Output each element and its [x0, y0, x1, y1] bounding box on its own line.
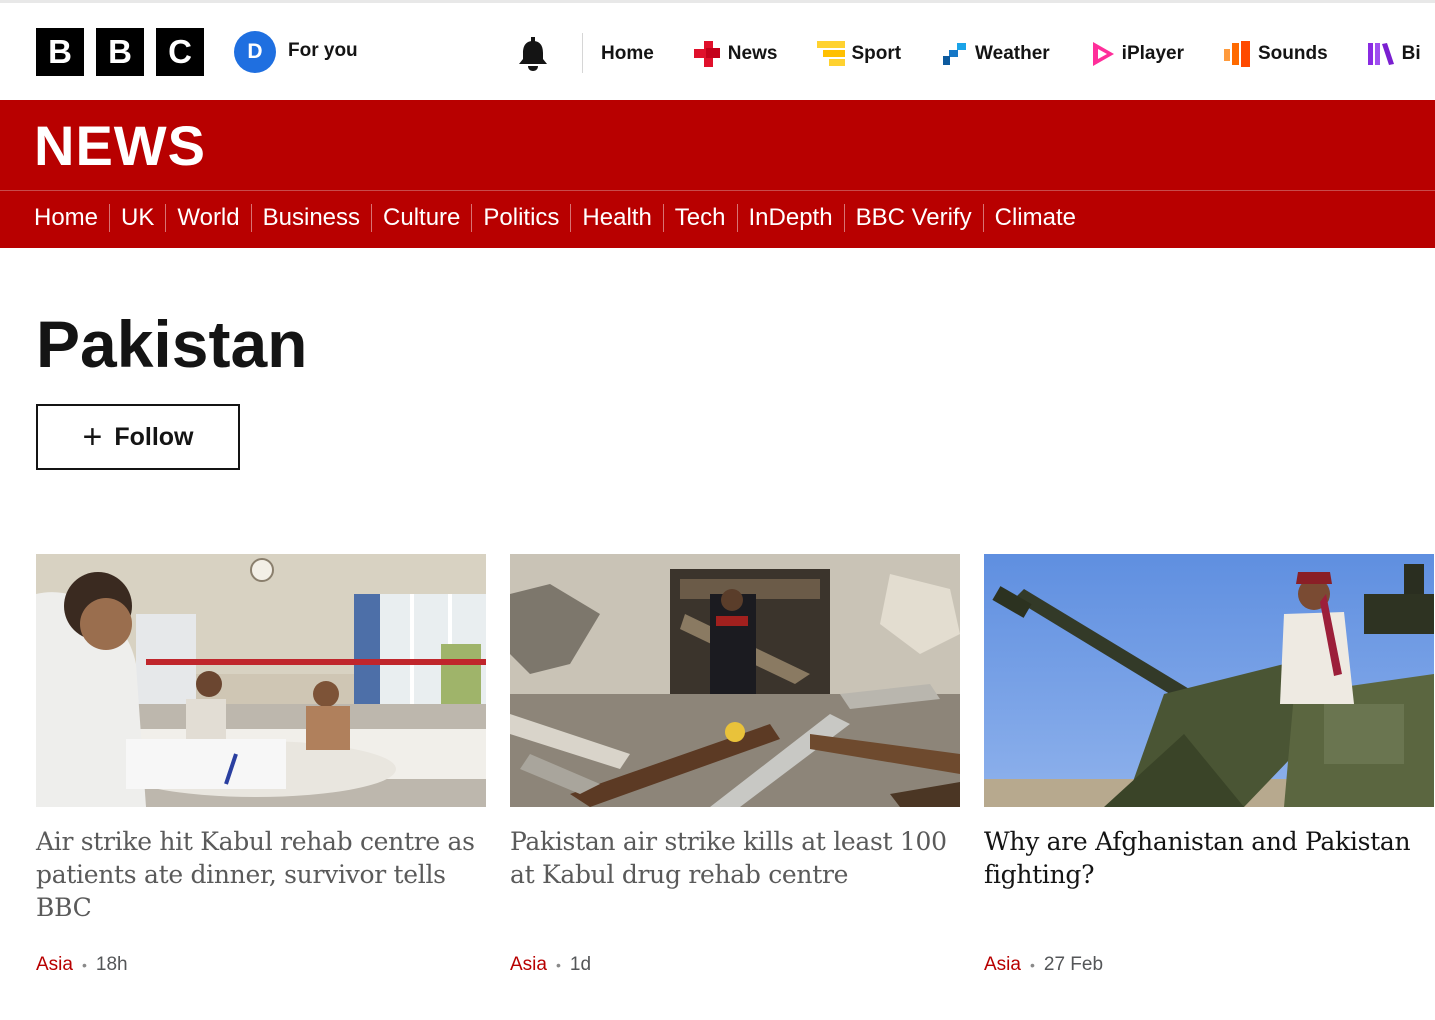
sounds-bars-icon: [1224, 41, 1250, 67]
news-nav-tech[interactable]: Tech: [664, 204, 738, 232]
story-timestamp: 27 Feb: [1043, 954, 1104, 975]
story-region-link[interactable]: Asia: [510, 954, 547, 976]
topnav-bitesize-label: Bi: [1401, 43, 1421, 64]
topnav-news[interactable]: News: [693, 39, 778, 69]
topnav-sport-label: Sport: [851, 43, 902, 64]
topnav-home-label: Home: [601, 43, 654, 64]
topnav-sounds-label: Sounds: [1258, 43, 1328, 64]
masthead: B B C D For you Home News Sport Weather …: [0, 3, 1435, 100]
story-meta: Asia • 1d: [510, 954, 591, 976]
meta-separator-dot: •: [555, 957, 561, 973]
bbc-logo-letter: B: [36, 28, 84, 76]
story-headline[interactable]: Air strike hit Kabul rehab centre as pat…: [36, 825, 486, 924]
for-you-link[interactable]: For you: [288, 40, 358, 62]
news-nav-world[interactable]: World: [166, 204, 252, 232]
news-nav-politics[interactable]: Politics: [472, 204, 572, 232]
news-banner: NEWS: [0, 100, 1435, 190]
plus-icon: +: [82, 418, 103, 456]
account-avatar[interactable]: D: [234, 31, 276, 73]
bbc-logo-letter: C: [156, 28, 204, 76]
follow-button[interactable]: + Follow: [36, 404, 240, 470]
story-card[interactable]: Why are Afghanistan and Pakistan fightin…: [984, 554, 1434, 975]
story-timestamp: 18h: [95, 954, 128, 975]
iplayer-play-icon: [1092, 42, 1114, 66]
news-logo[interactable]: NEWS: [34, 116, 206, 176]
bbc-logo-letter: B: [96, 28, 144, 76]
story-image-soldier-gun[interactable]: [984, 554, 1434, 807]
story-card[interactable]: Pakistan air strike kills at least 100 a…: [510, 554, 960, 975]
topnav-iplayer-label: iPlayer: [1121, 43, 1184, 64]
news-nav-uk[interactable]: UK: [110, 204, 167, 232]
story-image-rubble[interactable]: [510, 554, 960, 807]
bbc-top-nav: Home News Sport Weather iPlayer Sounds B…: [601, 39, 1421, 69]
weather-blocks-icon: [943, 43, 967, 65]
story-card[interactable]: Air strike hit Kabul rehab centre as pat…: [36, 554, 486, 975]
story-meta: Asia • 18h: [36, 954, 128, 976]
topnav-weather-label: Weather: [975, 43, 1050, 64]
topnav-iplayer[interactable]: iPlayer: [1090, 39, 1184, 69]
topnav-sport[interactable]: Sport: [817, 39, 901, 69]
nav-divider: [582, 33, 583, 73]
story-headline[interactable]: Pakistan air strike kills at least 100 a…: [510, 825, 960, 891]
news-nav-indepth[interactable]: InDepth: [738, 204, 845, 232]
news-nav-culture[interactable]: Culture: [372, 204, 473, 232]
sport-blocks-icon: [817, 41, 846, 66]
story-headline[interactable]: Why are Afghanistan and Pakistan fightin…: [984, 825, 1434, 891]
topnav-news-label: News: [727, 43, 778, 64]
bbc-logo[interactable]: B B C: [36, 28, 204, 76]
bitesize-bars-icon: [1367, 43, 1394, 65]
meta-separator-dot: •: [81, 957, 87, 973]
news-nav-business[interactable]: Business: [252, 204, 373, 232]
news-nav-bbc-verify[interactable]: BBC Verify: [845, 204, 984, 232]
notifications-bell-icon[interactable]: [515, 34, 551, 72]
news-section-nav: Home UK World Business Culture Politics …: [0, 190, 1435, 248]
news-nav-home[interactable]: Home: [23, 204, 111, 232]
news-blocks-icon: [693, 41, 720, 67]
story-meta: Asia • 27 Feb: [984, 954, 1103, 976]
topnav-weather[interactable]: Weather: [941, 39, 1050, 69]
topnav-bitesize[interactable]: Bi: [1367, 39, 1421, 69]
follow-label: Follow: [114, 422, 194, 451]
topnav-sounds[interactable]: Sounds: [1224, 39, 1328, 69]
topnav-home[interactable]: Home: [601, 39, 654, 69]
meta-separator-dot: •: [1029, 957, 1035, 973]
story-image-hospital-ward[interactable]: [36, 554, 486, 807]
story-region-link[interactable]: Asia: [36, 954, 73, 976]
story-region-link[interactable]: Asia: [984, 954, 1021, 976]
news-nav-climate[interactable]: Climate: [984, 204, 1087, 232]
news-nav-health[interactable]: Health: [571, 204, 664, 232]
story-timestamp: 1d: [569, 954, 592, 975]
page-title: Pakistan: [36, 307, 308, 381]
